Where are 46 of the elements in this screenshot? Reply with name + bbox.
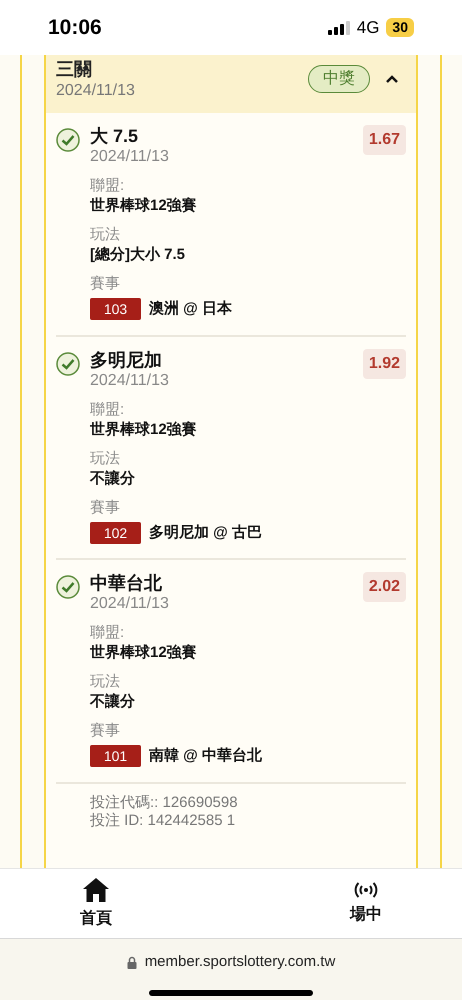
match-teams: 南韓 @ 中華台北 [149,746,262,766]
clock-time: 10:06 [48,14,102,41]
match-teams: 多明尼加 @ 古巴 [149,522,262,542]
field-value: [總分]大小 7.5 [90,245,186,265]
pick-name: 多明尼加 [90,348,163,370]
collapse-caret-icon[interactable] [384,74,400,84]
bet-id: 投注 ID: 142442585 1 [90,812,236,830]
nav-tab[interactable]: 場中 [350,880,382,926]
pick-date: 2024/11/13 [90,370,169,390]
field-value: 不讓分 [90,692,136,712]
url-text: member.sportslottery.com.tw [144,952,336,972]
lock-icon [126,956,137,969]
result-badge: 中獎 [308,65,370,93]
field-value: 世界棒球12強賽 [90,643,198,663]
network-label: 4G [356,16,380,39]
field-label: 賽事 [90,498,121,518]
field-label: 聯盟: [90,623,126,643]
field-value: 不讓分 [90,468,136,488]
field-label: 聯盟: [90,400,126,420]
field-label: 玩法 [90,225,121,245]
pick-date: 2024/11/13 [90,594,169,614]
signal-icon [328,20,350,34]
odds-value: 1.67 [362,125,406,155]
pick-name: 大 7.5 [90,125,140,147]
pick-name: 中華台北 [90,572,163,594]
broadcast-icon [354,880,378,898]
odds-value: 2.02 [362,572,406,602]
home-icon [82,876,110,902]
field-label: 賽事 [90,274,121,294]
match-number-badge: 101 [90,745,141,768]
field-value: 世界棒球12強賽 [90,196,198,216]
field-label: 玩法 [90,448,121,468]
match-number-badge: 102 [90,522,141,544]
match-number-badge: 103 [90,298,141,320]
pick-date: 2024/11/13 [90,147,169,167]
field-label: 玩法 [90,672,121,692]
ticket-date: 2024/11/13 [56,81,136,101]
field-label: 聯盟: [90,176,126,196]
battery-level: 30 [386,18,414,37]
field-label: 賽事 [90,721,121,741]
nav-tab[interactable]: 首頁 [80,876,112,930]
match-teams: 澳洲 @ 日本 [149,299,232,319]
odds-value: 1.92 [362,348,406,378]
ticket-title: 三關 [56,58,93,81]
field-value: 世界棒球12強賽 [90,420,198,440]
bet-code: 投注代碼:: 126690598 [90,794,239,812]
